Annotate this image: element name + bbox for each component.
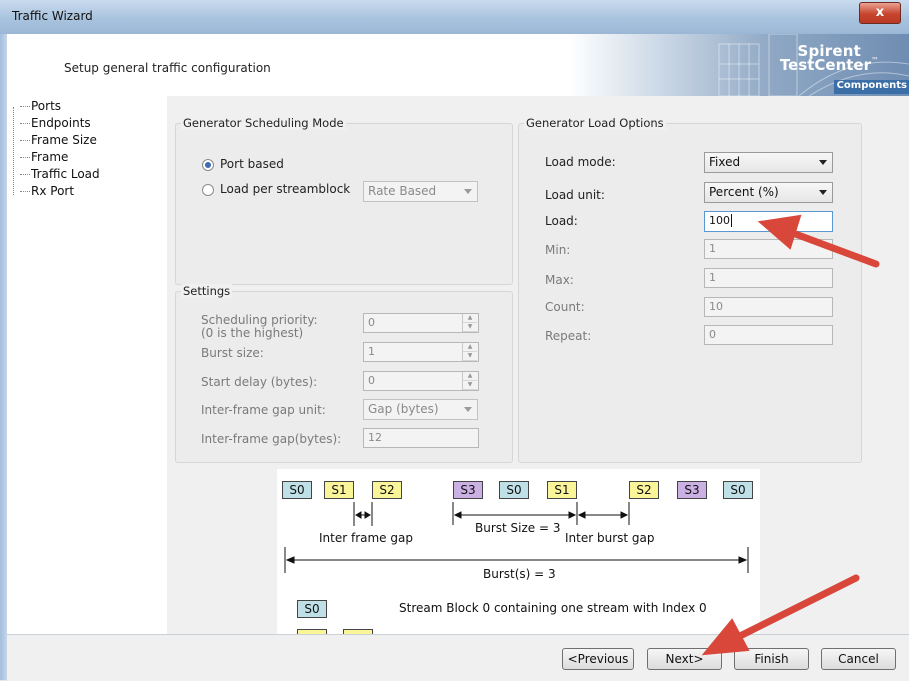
scheduling-priority-input[interactable]: 0 ▲ ▼: [363, 313, 479, 333]
streamblock-mode-value: Rate Based: [368, 184, 437, 198]
repeat-value: 0: [709, 328, 716, 341]
burst-size-label: Burst size:: [201, 346, 264, 360]
tree-connector: [20, 191, 30, 192]
min-input[interactable]: 1: [704, 239, 833, 259]
tree-connector: [20, 140, 30, 141]
count-label: Count:: [545, 300, 585, 314]
wizard-step-tree: Ports Endpoints Frame Size Frame Traffic…: [7, 96, 168, 634]
tree-vertical-line: [13, 107, 14, 195]
load-unit-select[interactable]: Percent (%): [704, 182, 833, 203]
load-unit-value: Percent (%): [709, 185, 779, 199]
page-subtitle: Setup general traffic configuration: [64, 61, 271, 75]
start-delay-input[interactable]: 0 ▲ ▼: [363, 371, 479, 391]
max-label: Max:: [545, 273, 574, 287]
load-per-streamblock-label[interactable]: Load per streamblock: [220, 182, 350, 196]
scheduling-mode-title: Generator Scheduling Mode: [181, 116, 346, 130]
next-button[interactable]: Next>: [647, 648, 722, 670]
tree-connector: [20, 106, 30, 107]
burst-size-value: 1: [368, 345, 375, 358]
port-based-label[interactable]: Port based: [220, 157, 284, 171]
inter-frame-gap-label: Inter frame gap: [319, 531, 413, 545]
legend-text: Stream Block 0 containing one stream wit…: [399, 601, 707, 615]
start-delay-label: Start delay (bytes):: [201, 375, 318, 389]
window-frame-left: [0, 34, 7, 680]
max-input[interactable]: 1: [704, 268, 833, 288]
spinner-icon[interactable]: ▲ ▼: [462, 314, 477, 332]
load-mode-label: Load mode:: [545, 155, 616, 169]
ifg-input[interactable]: 12: [363, 428, 479, 448]
traffic-diagram: S0 S1 S2 S3 S0 S1 S2 S3 S0 Inter frame g…: [277, 469, 760, 634]
nav-item-frame[interactable]: Frame: [31, 150, 68, 164]
legend-block-s0: S0: [297, 600, 327, 618]
spinner-icon[interactable]: ▲ ▼: [462, 372, 477, 390]
window-title: Traffic Wizard: [12, 9, 93, 23]
start-delay-value: 0: [368, 374, 375, 387]
load-options-title: Generator Load Options: [524, 116, 666, 130]
spinner-icon[interactable]: ▲ ▼: [462, 343, 477, 361]
logo-trademark: ™: [871, 56, 879, 65]
burst-size-input[interactable]: 1 ▲ ▼: [363, 342, 479, 362]
ifg-value: 12: [368, 431, 382, 444]
min-value: 1: [709, 242, 716, 255]
previous-button[interactable]: <Previous: [562, 648, 634, 670]
scheduling-priority-hint: (0 is the highest): [201, 326, 304, 340]
scheduling-priority-value: 0: [368, 316, 375, 329]
scheduling-mode-group: [175, 123, 513, 285]
nav-item-ports[interactable]: Ports: [31, 99, 61, 113]
ifg-unit-select[interactable]: Gap (bytes): [363, 399, 478, 420]
count-value: 10: [709, 300, 723, 313]
ifg-label: Inter-frame gap(bytes):: [201, 432, 342, 446]
port-based-radio[interactable]: [202, 159, 214, 171]
max-value: 1: [709, 271, 716, 284]
repeat-label: Repeat:: [545, 329, 592, 343]
repeat-input[interactable]: 0: [704, 325, 833, 345]
chevron-down-icon: [464, 189, 472, 194]
text-cursor: [731, 214, 732, 227]
chevron-down-icon: [464, 407, 472, 412]
tree-connector: [20, 123, 30, 124]
load-value: 100: [709, 214, 730, 227]
close-button[interactable]: x: [859, 2, 901, 24]
inter-burst-gap-label: Inter burst gap: [565, 531, 655, 545]
nav-item-endpoints[interactable]: Endpoints: [31, 116, 91, 130]
logo-components: Components: [836, 80, 907, 91]
load-input[interactable]: 100: [704, 211, 833, 232]
bursts-caption: Burst(s) = 3: [483, 567, 556, 581]
burst-size-caption: Burst Size = 3: [475, 521, 561, 535]
settings-title: Settings: [181, 284, 233, 298]
load-mode-value: Fixed: [709, 155, 741, 169]
finish-button[interactable]: Finish: [734, 648, 809, 670]
nav-item-rx-port[interactable]: Rx Port: [31, 184, 74, 198]
scheduling-priority-label: Scheduling priority:: [201, 313, 318, 327]
tree-connector: [20, 174, 30, 175]
cancel-button[interactable]: Cancel: [821, 648, 896, 670]
tree-connector: [20, 157, 30, 158]
count-input[interactable]: 10: [704, 297, 833, 317]
min-label: Min:: [545, 243, 571, 257]
ifg-unit-label: Inter-frame gap unit:: [201, 403, 326, 417]
nav-item-traffic-load[interactable]: Traffic Load: [31, 167, 100, 181]
title-bar: Traffic Wizard x: [0, 0, 909, 35]
logo-testcenter: TestCenter: [779, 56, 871, 74]
chevron-down-icon: [819, 160, 827, 165]
load-mode-select[interactable]: Fixed: [704, 152, 833, 173]
load-options-group: [518, 123, 862, 463]
load-unit-label: Load unit:: [545, 188, 605, 202]
streamblock-mode-select[interactable]: Rate Based: [363, 181, 478, 202]
load-per-streamblock-radio[interactable]: [202, 184, 214, 196]
load-label: Load:: [545, 214, 578, 228]
chevron-down-icon: [819, 190, 827, 195]
nav-item-frame-size[interactable]: Frame Size: [31, 133, 97, 147]
ifg-unit-value: Gap (bytes): [368, 402, 439, 416]
